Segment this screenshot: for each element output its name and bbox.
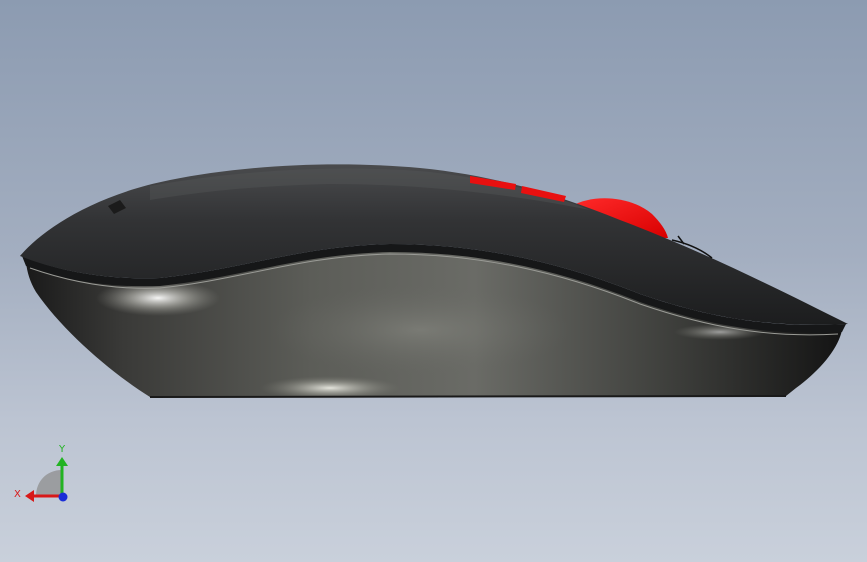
y-axis-arrow-icon <box>56 457 68 466</box>
z-axis-dot <box>58 492 68 502</box>
coordinate-triad: Y X <box>14 444 68 502</box>
mouse-model[interactable] <box>0 0 867 562</box>
lower-highlight-center <box>270 285 570 375</box>
y-axis-label: Y <box>58 444 66 455</box>
triad-plane-icon <box>36 470 62 496</box>
x-axis-arrow-icon <box>25 490 34 502</box>
mouse-base-edge <box>149 395 787 398</box>
graphics-viewport[interactable]: Y X <box>0 0 867 562</box>
x-axis-label: X <box>14 489 21 500</box>
